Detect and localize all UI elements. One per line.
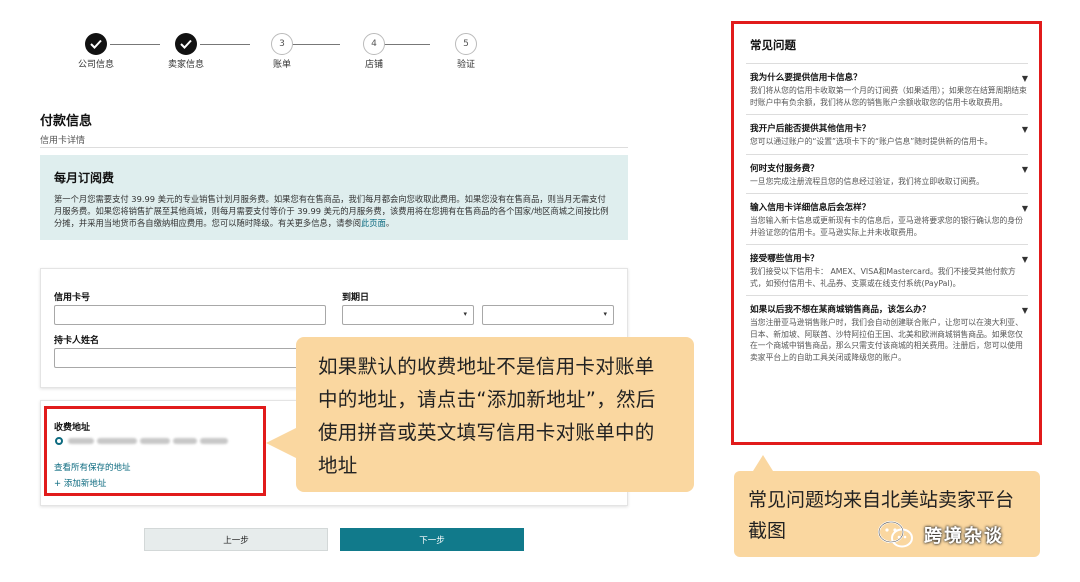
faq-list: 我为什么要提供信用卡信息？ ▼ 我们将从您的信用卡收取第一个月的订阅费（如果适用… [746,63,1028,369]
chevron-down-icon: ▾ [603,310,607,318]
faq-item[interactable]: 我为什么要提供信用卡信息？ ▼ 我们将从您的信用卡收取第一个月的订阅费（如果适用… [746,63,1028,114]
faq-question: 如果以后我不想在某商城销售商品，该怎么办？ [750,305,931,315]
check-icon [85,33,107,55]
caret-down-icon: ▼ [1021,204,1028,213]
step-verification: 5 验证 [446,33,486,71]
faq-question: 输入信用卡详细信息后会怎样？ [750,203,871,213]
faq-answer: 当您注册亚马逊销售账户时，我们会自动创建联合账户，让您可以在澳大利亚、日本、新加… [750,318,1023,362]
callout-pointer [266,427,298,459]
watermark-text: 跨境杂谈 [924,526,1004,547]
address-radio[interactable] [55,437,63,445]
expiry-year-select[interactable]: ▾ [482,305,614,325]
chevron-down-icon: ▾ [463,310,467,318]
faq-question: 我为什么要提供信用卡信息？ [750,73,862,83]
step-label: 公司信息 [77,60,114,70]
faq-title: 常见问题 [750,38,796,52]
step-billing: 3 账单 [262,33,302,71]
card-number-label: 信用卡号 [54,293,91,303]
cardholder-name-label: 持卡人姓名 [54,336,100,346]
fee-more-link[interactable]: 此页面 [361,218,386,228]
callout-text: 如果默认的收费地址不是信用卡对账单中的地址，请点击“添加新地址”，然后使用拼音或… [318,355,656,477]
progress-stepper: 公司信息 卖家信息 3 账单 4 店铺 5 验证 [78,33,498,93]
step-label: 验证 [456,60,475,70]
fee-title: 每月订阅费 [54,171,115,185]
fee-text-end: 。 [385,218,395,228]
faq-answer: 一旦您完成注册流程且您的信息经过验证，我们将立即收取订阅费。 [750,176,984,186]
faq-question: 接受哪些信用卡？ [750,254,819,264]
faq-item[interactable]: 接受哪些信用卡？ ▼ 我们接受以下信用卡： AMEX、VISA和Masterca… [746,244,1028,295]
expiry-month-select[interactable]: ▾ [342,305,474,325]
section-subtitle: 信用卡详情 [40,136,86,146]
step-label: 卖家信息 [167,60,204,70]
expiry-label: 到期日 [342,293,370,303]
step-number: 3 [271,33,293,55]
watermark: 跨境杂谈 [876,513,1004,557]
fee-description: 第一个月您需要支付 39.99 美元的专业销售计划月服务费。如果您有在售商品，我… [54,193,614,229]
step-connector [110,44,160,45]
cardholder-name-input[interactable] [54,348,304,368]
billing-address-label: 收费地址 [54,423,91,433]
blurred-address [68,436,236,445]
step-store: 4 店铺 [354,33,394,71]
faq-item[interactable]: 输入信用卡详细信息后会怎样？ ▼ 当您输入新卡信息或更新现有卡的信息后，亚马逊将… [746,193,1028,244]
caret-down-icon: ▼ [1021,306,1028,315]
wechat-icon [878,521,913,548]
view-saved-addresses-link[interactable]: 查看所有保存的地址 [54,461,131,473]
previous-button[interactable]: 上一步 [144,528,328,551]
faq-question: 我开户后能否提供其他信用卡？ [750,124,871,134]
faq-item[interactable]: 我开户后能否提供其他信用卡？ ▼ 您可以通过账户的“设置”选项卡下的“账户信息”… [746,114,1028,154]
step-company-info: 公司信息 [76,33,116,71]
page-title: 付款信息 [40,114,93,129]
caret-down-icon: ▼ [1021,74,1028,83]
note-pointer [753,455,773,471]
faq-answer: 您可以通过账户的“设置”选项卡下的“账户信息”随时提供新的信用卡。 [750,137,993,146]
step-number: 5 [455,33,477,55]
annotation-callout: 如果默认的收费地址不是信用卡对账单中的地址，请点击“添加新地址”，然后使用拼音或… [296,337,694,492]
add-new-address-link[interactable]: + 添加新地址 [54,477,106,489]
caret-down-icon: ▼ [1021,255,1028,264]
step-connector [200,44,250,45]
faq-item[interactable]: 如果以后我不想在某商城销售商品，该怎么办？ ▼ 当您注册亚马逊销售账户时，我们会… [746,295,1028,369]
caret-down-icon: ▼ [1021,125,1028,134]
card-number-input[interactable] [54,305,326,325]
faq-answer: 我们将从您的信用卡收取第一个月的订阅费（如果适用）；如果您在结算周期结束时账户中… [750,86,1027,107]
caret-down-icon: ▼ [1021,164,1028,174]
step-seller-info: 卖家信息 [166,33,206,71]
monthly-fee-notice: 每月订阅费 第一个月您需要支付 39.99 美元的专业销售计划月服务费。如果您有… [40,155,628,240]
step-number: 4 [363,33,385,55]
next-button[interactable]: 下一步 [340,528,524,551]
step-label: 账单 [272,60,291,70]
faq-answer: 当您输入新卡信息或更新现有卡的信息后，亚马逊将要求您的银行确认您的身份并验证您的… [750,216,1023,237]
faq-item[interactable]: 何时支付服务费？ ▼ 一旦您完成注册流程且您的信息经过验证，我们将立即收取订阅费… [746,153,1028,194]
step-label: 店铺 [364,60,383,70]
faq-question: 何时支付服务费？ [750,163,819,174]
divider [40,147,628,148]
faq-answer: 我们接受以下信用卡： AMEX、VISA和Mastercard。我们不接受其他付… [750,267,1016,288]
fee-text: 第一个月您需要支付 39.99 美元的专业销售计划月服务费。如果您有在售商品，我… [54,194,609,228]
faq-panel: 常见问题 我为什么要提供信用卡信息？ ▼ 我们将从您的信用卡收取第一个月的订阅费… [731,21,1042,445]
check-icon [175,33,197,55]
